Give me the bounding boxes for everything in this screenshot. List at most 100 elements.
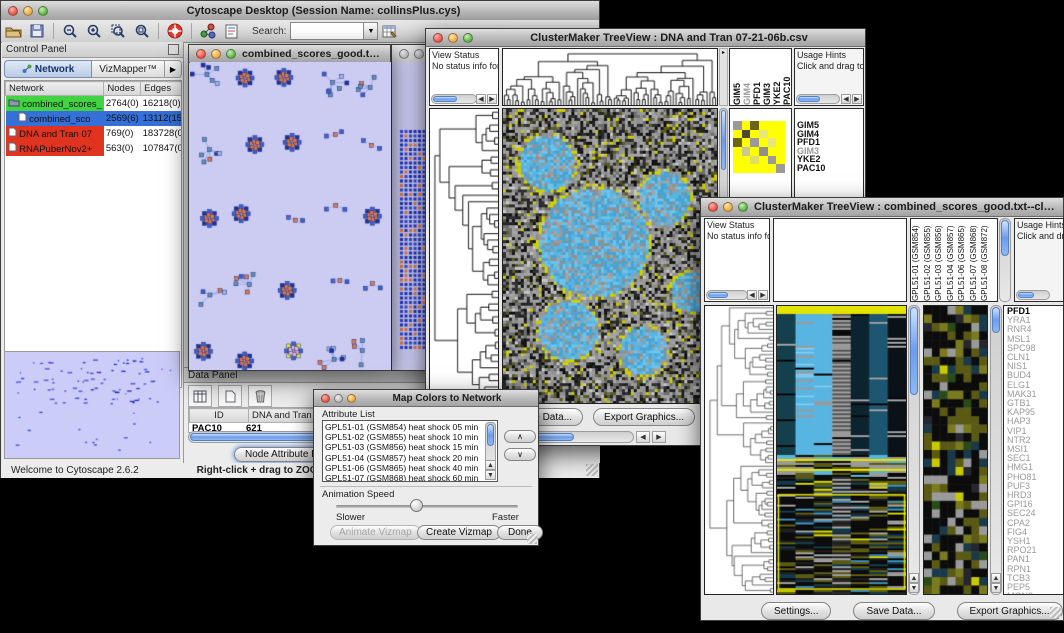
tv2-gene-vscrollbar[interactable]: ▲ ▼ <box>990 305 1002 595</box>
tv2-gene-label[interactable]: PUF3 <box>1007 482 1063 491</box>
scroll-up-arrow[interactable]: ▲ <box>991 573 1001 583</box>
save-icon[interactable] <box>25 21 49 41</box>
zoom-button[interactable] <box>38 6 48 16</box>
tv2-global-heatmap[interactable] <box>776 305 907 595</box>
scroll-left-arrow[interactable]: ◀ <box>476 94 486 104</box>
tv2-gene-label[interactable]: GTB1 <box>1007 399 1063 408</box>
tv2-gene-label[interactable]: CPA2 <box>1007 519 1063 528</box>
zoom-button[interactable] <box>738 202 748 212</box>
tv2-gene-label[interactable]: RPN1 <box>1007 565 1063 574</box>
scroll-up-arrow[interactable]: ▲ <box>485 460 496 470</box>
col-nodes[interactable]: Nodes <box>104 82 141 96</box>
tv2-gene-label[interactable]: MON2 <box>1007 592 1063 595</box>
scroll-right-arrow[interactable]: ▶ <box>758 290 768 300</box>
tv2-gene-label[interactable]: TCB3 <box>1007 574 1063 583</box>
tv2-gene-label[interactable]: MAK31 <box>1007 390 1063 399</box>
network-row-rnapubernov2[interactable]: RNAPuberNov2+ 563(0) 107847(0) <box>6 141 183 156</box>
zoom-button[interactable] <box>463 33 473 43</box>
tv2-gene-label[interactable]: PFD1 <box>1007 307 1063 316</box>
tv2-gene-label[interactable]: MSI1 <box>1007 445 1063 454</box>
dialog-titlebar[interactable]: Map Colors to Network <box>314 390 538 407</box>
main-resize-grip[interactable] <box>586 464 598 476</box>
zoom-button[interactable] <box>347 394 356 403</box>
minimize-button[interactable] <box>723 202 733 212</box>
tv2-gene-label[interactable]: YRA1 <box>1007 316 1063 325</box>
tab-overflow-button[interactable]: ▶ <box>165 60 182 78</box>
tv2-gene-label[interactable]: RPO21 <box>1007 546 1063 555</box>
float-panel-icon[interactable] <box>168 44 179 55</box>
tv2-array-vscrollbar[interactable] <box>999 218 1011 302</box>
move-up-button[interactable]: ∧ <box>504 430 536 443</box>
delete-attribute-icon[interactable] <box>248 385 272 407</box>
network-overview[interactable] <box>4 351 180 459</box>
scroll-left-arrow[interactable]: ◀ <box>747 290 757 300</box>
tv1-global-heatmap[interactable] <box>502 108 718 404</box>
scroll-down-arrow[interactable]: ▼ <box>909 583 919 593</box>
tv1-array-dendrogram[interactable] <box>502 48 718 106</box>
new-attribute-icon[interactable] <box>218 385 242 407</box>
tv2-button[interactable]: Export Graphics... <box>957 602 1063 620</box>
tv2-gene-label[interactable]: HAP3 <box>1007 417 1063 426</box>
tv2-gene-label[interactable]: BUD4 <box>1007 371 1063 380</box>
tv1-usage-hscrollbar[interactable] <box>796 94 840 104</box>
attribute-list-item[interactable]: GPL51-06 (GSM865) heat shock 40 min <box>325 463 495 473</box>
scroll-right-arrow[interactable]: ▶ <box>487 94 497 104</box>
minimize-button[interactable] <box>448 33 458 43</box>
zoom-fit-icon[interactable] <box>130 21 154 41</box>
network-row-dna-and-tran[interactable]: DNA and Tran 07 769(0) 183728(0) <box>6 126 183 141</box>
scroll-right-arrow[interactable]: ▶ <box>852 94 862 104</box>
speed-slider-thumb[interactable] <box>410 499 423 512</box>
tv2-gene-label[interactable]: YSH1 <box>1007 537 1063 546</box>
speed-slider-track[interactable] <box>336 505 518 508</box>
tv2-gene-label[interactable]: SEC1 <box>1007 454 1063 463</box>
tv2-gene-label[interactable]: PHO81 <box>1007 473 1063 482</box>
close-button[interactable] <box>8 6 18 16</box>
main-titlebar[interactable]: Cytoscape Desktop (Session Name: collins… <box>1 1 599 21</box>
tv2-button[interactable]: Save Data... <box>853 602 934 620</box>
tv2-gene-label[interactable]: HMG1 <box>1007 463 1063 472</box>
vizmapper-icon[interactable] <box>196 21 220 41</box>
create-vizmap-button[interactable]: Create Vizmap <box>417 525 501 540</box>
tv2-resize-grip[interactable] <box>1050 607 1061 618</box>
close-button[interactable] <box>433 33 443 43</box>
tv2-gene-label[interactable]: PEP5 <box>1007 583 1063 592</box>
zoom-in-icon[interactable] <box>82 21 106 41</box>
minimize-button[interactable] <box>414 49 424 59</box>
tv2-usage-hscrollbar[interactable] <box>1016 290 1050 300</box>
treeview2-titlebar[interactable]: ClusterMaker TreeView : combined_scores_… <box>701 198 1063 217</box>
tv2-gene-label[interactable]: MSL1 <box>1007 335 1063 344</box>
zoom-out-icon[interactable] <box>58 21 82 41</box>
search-dropdown-button[interactable]: ▼ <box>364 22 378 40</box>
tv1-strip-scroll[interactable]: ▸ <box>719 48 728 106</box>
animate-vizmap-button[interactable]: Animate Vizmap <box>330 525 421 540</box>
annotation-icon[interactable] <box>220 21 244 41</box>
tv2-gene-label[interactable]: GPI16 <box>1007 500 1063 509</box>
tv2-button[interactable]: Settings... <box>761 602 831 620</box>
tab-vizmapper[interactable]: VizMapper™ <box>92 60 165 78</box>
treeview1-titlebar[interactable]: ClusterMaker TreeView : DNA and Tran 07-… <box>426 29 865 47</box>
open-folder-icon[interactable] <box>1 21 25 41</box>
tv2-gene-label[interactable]: NIS1 <box>1007 362 1063 371</box>
col-id[interactable]: ID <box>190 409 249 423</box>
tv2-heatmap-vscrollbar[interactable]: ▲ ▼ <box>908 305 920 595</box>
close-button[interactable] <box>321 394 330 403</box>
tv2-gene-label[interactable]: KAP95 <box>1007 408 1063 417</box>
close-button[interactable] <box>399 49 409 59</box>
tv2-gene-label[interactable]: SPC98 <box>1007 344 1063 353</box>
scroll-up-arrow[interactable]: ▲ <box>909 573 919 583</box>
search-input[interactable] <box>290 22 364 40</box>
tv2-gene-label[interactable]: SEC24 <box>1007 509 1063 518</box>
tv2-gene-label[interactable]: PAN1 <box>1007 555 1063 564</box>
zoom-selected-icon[interactable] <box>106 21 130 41</box>
col-network[interactable]: Network <box>6 82 104 96</box>
minimize-button[interactable] <box>334 394 343 403</box>
tv1-zoom-matrix[interactable] <box>733 121 785 173</box>
tv2-gene-label[interactable]: ELG1 <box>1007 381 1063 390</box>
scroll-down-arrow[interactable]: ▼ <box>991 583 1001 593</box>
attribute-editor-icon[interactable] <box>378 21 402 41</box>
tv1-button[interactable]: Export Graphics... <box>593 408 695 426</box>
tv2-zoom-heatmap[interactable] <box>923 305 988 595</box>
network1-canvas[interactable] <box>190 62 391 370</box>
attribute-list-item[interactable]: GPL51-07 (GSM868) heat shock 60 min <box>325 473 495 482</box>
network1-titlebar[interactable]: combined_scores_good.txt--cluste... <box>189 45 390 63</box>
